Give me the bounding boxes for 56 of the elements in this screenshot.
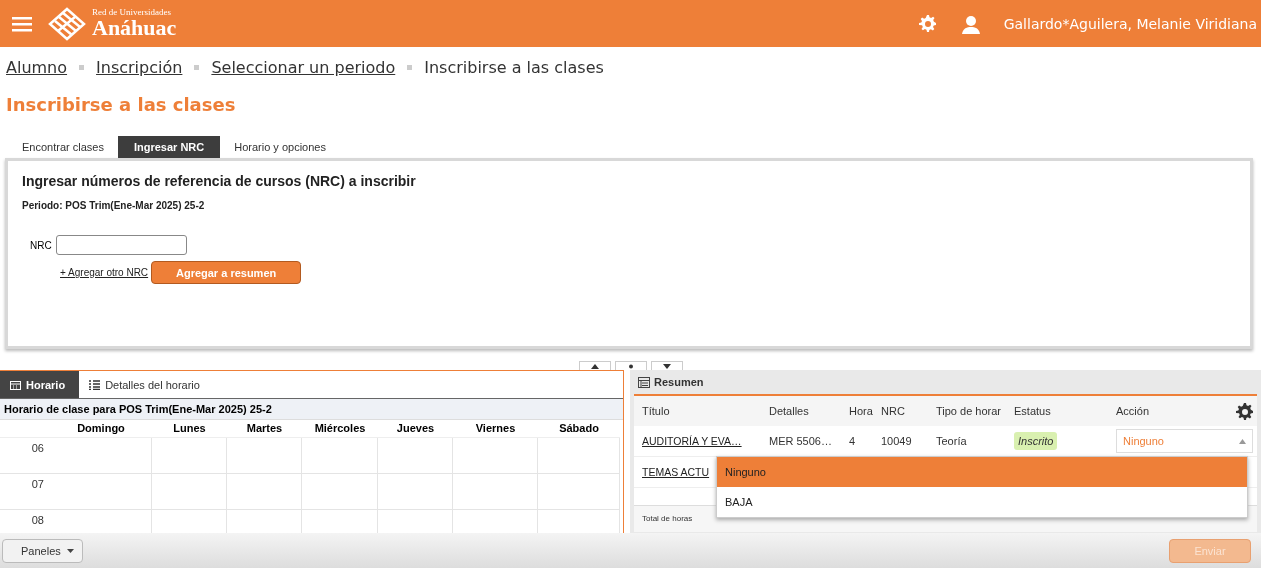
status-badge: Inscrito: [1014, 432, 1058, 450]
day-header: Sábado: [538, 420, 620, 438]
logo-icon: [48, 6, 86, 41]
table-icon: [638, 376, 650, 388]
tab[interactable]: Ingresar NRC: [117, 136, 221, 158]
tab[interactable]: Horario: [0, 371, 80, 398]
column-header: Acción: [1116, 405, 1150, 417]
column-header: Estatus: [1014, 405, 1052, 417]
caret-down-icon: [66, 548, 74, 553]
breadcrumb-link[interactable]: Seleccionar un periodo: [211, 57, 396, 77]
table-cell-text: Teoría: [936, 435, 968, 447]
panel-title: Resumen: [654, 376, 704, 388]
table-cell-text: 10049: [881, 435, 913, 447]
dropdown-option[interactable]: Ninguno: [717, 457, 1247, 487]
breadcrumb-separator: [194, 64, 200, 70]
schedule-caption: Horario de clase para POS Trim(Ene-Mar 2025) 25-2: [0, 399, 623, 420]
tab[interactable]: Encontrar clases: [12, 136, 114, 158]
day-header: Domingo: [50, 420, 152, 438]
breadcrumb-separator: [79, 64, 85, 70]
caret-up-icon: [1239, 438, 1246, 444]
list-icon: [89, 379, 101, 390]
course-title-link[interactable]: AUDITORÍA Y EVA…: [642, 435, 769, 447]
breadcrumb-separator: [407, 64, 413, 70]
breadcrumb-link[interactable]: Alumno: [6, 57, 68, 77]
page-title: Inscribirse a las clases: [6, 93, 237, 117]
nrc-input-field[interactable]: [55, 235, 187, 255]
column-header: Título: [642, 405, 671, 417]
tab[interactable]: Horario y opciones: [224, 136, 336, 158]
day-header: Martes: [227, 420, 302, 438]
panel-heading: Ingresar números de referencia de cursos (NRC) a inscribir: [22, 173, 417, 189]
nrc-label: NRC: [30, 239, 52, 251]
breadcrumb-link[interactable]: Inscripción: [96, 57, 183, 77]
period-label: Periodo: POS Trim(Ene-Mar 2025) 25-2: [22, 200, 206, 211]
day-header: Lunes: [152, 420, 227, 438]
splitter-up-arrow-icon[interactable]: [590, 363, 599, 369]
column-header: Hora: [849, 405, 874, 417]
column-header: Tipo de horar: [936, 405, 1003, 417]
calendar-icon: [10, 379, 21, 390]
column-header: Detalles: [769, 405, 810, 417]
splitter-dot-icon[interactable]: [626, 363, 635, 369]
menu-icon[interactable]: [12, 15, 32, 32]
table-cell-text: 4: [849, 435, 857, 447]
day-header: Viernes: [453, 420, 538, 438]
day-header: Jueves: [378, 420, 453, 438]
add-nrc-link[interactable]: + Agregar otro NRC: [60, 267, 149, 278]
hour-label: 06: [0, 438, 50, 474]
table-cell-text: MER 5506…: [769, 435, 833, 447]
hour-label: 07: [0, 474, 50, 510]
panels-button[interactable]: Paneles: [2, 538, 83, 563]
column-header: NRC: [881, 405, 906, 417]
breadcrumb-current: Inscribirse a las clases: [424, 57, 604, 77]
day-header: Miércoles: [302, 420, 378, 438]
logo-tagline: Red de Universidades: [92, 8, 172, 17]
logo-name: Anáhuac: [92, 17, 177, 39]
settings-icon[interactable]: [1236, 402, 1253, 420]
splitter-down-arrow-icon[interactable]: [662, 363, 671, 369]
